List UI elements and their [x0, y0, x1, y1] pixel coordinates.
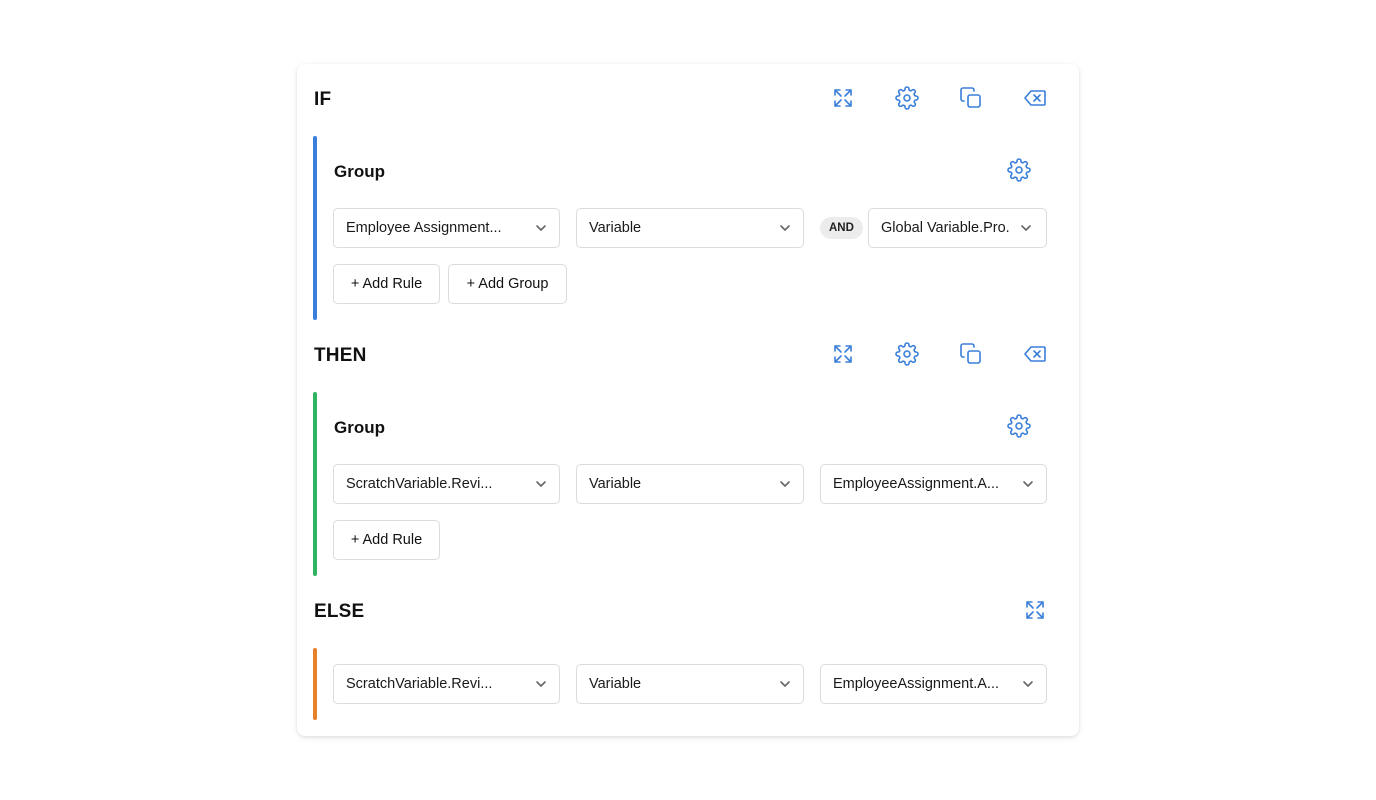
gear-icon	[1007, 157, 1031, 187]
backspace-delete-icon	[1023, 86, 1047, 115]
combinator-badge[interactable]: AND	[820, 217, 863, 239]
chevron-down-icon	[1020, 222, 1032, 234]
if-rule-field-select[interactable]: Employee Assignment...	[333, 208, 560, 248]
select-value: EmployeeAssignment.A...	[833, 676, 1000, 692]
expand-icon	[831, 86, 855, 115]
if-settings-button[interactable]	[893, 85, 921, 115]
then-copy-button[interactable]	[957, 342, 985, 370]
then-group-title: Group	[334, 418, 385, 437]
expand-icon	[1023, 598, 1047, 627]
chevron-down-icon	[535, 222, 547, 234]
add-rule-button[interactable]: + Add Rule	[333, 264, 440, 304]
then-group-settings-button[interactable]	[1005, 413, 1033, 443]
if-copy-button[interactable]	[957, 86, 985, 114]
chevron-down-icon	[535, 478, 547, 490]
gear-icon	[1007, 413, 1031, 443]
else-rule-operator-select[interactable]: Variable	[576, 664, 804, 704]
if-delete-button[interactable]	[1021, 86, 1049, 114]
select-value: Variable	[589, 220, 642, 236]
if-expand-button[interactable]	[829, 86, 857, 114]
then-rule-operator-select[interactable]: Variable	[576, 464, 804, 504]
copy-icon	[959, 86, 983, 115]
select-value: Variable	[589, 476, 642, 492]
then-rule-field-select[interactable]: ScratchVariable.Revi...	[333, 464, 560, 504]
rule-builder-card: IF Group Employee Assignment... Variable…	[297, 64, 1079, 736]
then-settings-button[interactable]	[893, 341, 921, 371]
then-rule-value-select[interactable]: EmployeeAssignment.A...	[820, 464, 1047, 504]
if-title: IF	[314, 89, 332, 110]
add-group-button[interactable]: + Add Group	[448, 264, 567, 304]
expand-icon	[831, 342, 855, 371]
select-value: ScratchVariable.Revi...	[346, 676, 493, 692]
else-rule-field-select[interactable]: ScratchVariable.Revi...	[333, 664, 560, 704]
then-expand-button[interactable]	[829, 342, 857, 370]
if-group-settings-button[interactable]	[1005, 157, 1033, 187]
copy-icon	[959, 342, 983, 371]
gear-icon	[895, 341, 919, 371]
then-group-accent-bar	[313, 392, 317, 576]
backspace-delete-icon	[1023, 342, 1047, 371]
else-title: ELSE	[314, 601, 365, 622]
if-group-accent-bar	[313, 136, 317, 320]
if-group-title: Group	[334, 162, 385, 181]
chevron-down-icon	[779, 478, 791, 490]
then-title: THEN	[314, 345, 367, 366]
select-value: EmployeeAssignment.A...	[833, 476, 1000, 492]
else-expand-button[interactable]	[1021, 598, 1049, 626]
if-rule-value-select[interactable]: Global Variable.Pro...	[868, 208, 1047, 248]
select-value: ScratchVariable.Revi...	[346, 476, 493, 492]
select-value: Employee Assignment...	[346, 220, 502, 236]
chevron-down-icon	[535, 678, 547, 690]
select-value: Global Variable.Pro...	[881, 220, 1010, 236]
chevron-down-icon	[779, 222, 791, 234]
else-accent-bar	[313, 648, 317, 720]
if-rule-operator-select[interactable]: Variable	[576, 208, 804, 248]
chevron-down-icon	[1022, 678, 1034, 690]
chevron-down-icon	[779, 678, 791, 690]
then-delete-button[interactable]	[1021, 342, 1049, 370]
add-rule-button[interactable]: + Add Rule	[333, 520, 440, 560]
else-rule-value-select[interactable]: EmployeeAssignment.A...	[820, 664, 1047, 704]
select-value: Variable	[589, 676, 642, 692]
chevron-down-icon	[1022, 478, 1034, 490]
gear-icon	[895, 85, 919, 115]
